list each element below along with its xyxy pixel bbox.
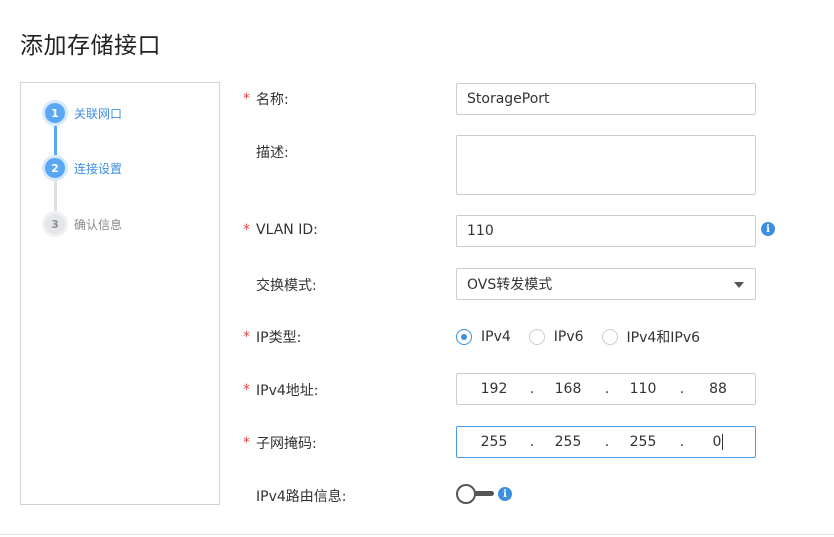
ipv4-route-toggle[interactable] xyxy=(456,484,494,504)
step-number: 3 xyxy=(45,214,65,234)
ipv4-route-row: IPv4路由信息: xyxy=(243,486,346,506)
radio-label: IPv6 xyxy=(553,329,584,345)
ip-type-radio-group: IPv4 IPv6 IPv4和IPv6 xyxy=(456,327,718,347)
ipv4-address-row: * IPv4地址: xyxy=(243,380,318,400)
step-label: 连接设置 xyxy=(74,161,123,176)
description-row: 描述: xyxy=(243,142,289,162)
radio-label: IPv4 xyxy=(481,329,511,345)
ip-octet[interactable]: 110 xyxy=(618,381,668,397)
radio-ipv4[interactable]: IPv4 xyxy=(456,329,511,345)
info-icon[interactable]: i xyxy=(498,487,512,501)
required-mark: * xyxy=(243,382,250,398)
vlan-id-input[interactable]: 110 xyxy=(456,215,756,247)
ip-dot: . xyxy=(679,434,685,450)
divider xyxy=(0,534,834,535)
required-mark: * xyxy=(243,329,250,345)
radio-ipv4-ipv6[interactable]: IPv4和IPv6 xyxy=(601,327,701,347)
ipv4-route-label: IPv4路由信息: xyxy=(256,489,347,505)
radio-label: IPv4和IPv6 xyxy=(626,330,701,346)
ipv4-address-label: IPv4地址: xyxy=(256,383,319,399)
subnet-mask-label: 子网掩码: xyxy=(256,436,317,452)
name-row: * 名称: xyxy=(243,89,289,109)
ip-octet-with-caret[interactable]: 0 xyxy=(693,434,743,450)
ip-octet[interactable]: 192 xyxy=(469,381,519,397)
radio-button[interactable] xyxy=(528,329,545,345)
name-label: 名称: xyxy=(256,92,289,108)
radio-ipv6[interactable]: IPv6 xyxy=(528,329,584,345)
radio-button[interactable] xyxy=(601,329,618,345)
page-title: 添加存储接口 xyxy=(20,33,161,59)
ip-dot: . xyxy=(529,434,535,450)
step-item-3[interactable]: 3 确认信息 xyxy=(45,214,122,234)
ip-type-row: * IP类型: xyxy=(243,327,301,347)
ip-dot: . xyxy=(604,381,610,397)
required-mark: * xyxy=(243,222,250,238)
radio-button[interactable] xyxy=(456,329,472,345)
ip-dot: . xyxy=(604,434,610,450)
ip-octet[interactable]: 255 xyxy=(618,434,668,450)
ip-octet[interactable]: 255 xyxy=(469,434,519,450)
info-icon[interactable]: i xyxy=(761,222,775,236)
text-caret xyxy=(722,434,724,450)
ipv4-address-input[interactable]: 192 . 168 . 110 . 88 xyxy=(456,373,756,405)
ip-type-label: IP类型: xyxy=(256,330,302,346)
chevron-down-icon xyxy=(734,282,744,288)
switch-mode-row: 交换模式: xyxy=(243,275,317,295)
step-number: 1 xyxy=(45,103,65,123)
name-input[interactable]: StoragePort xyxy=(456,83,756,115)
steps-panel: 1 关联网口 2 连接设置 3 确认信息 xyxy=(20,82,220,505)
ip-octet: 0 xyxy=(712,434,722,450)
ip-octet[interactable]: 88 xyxy=(693,381,743,397)
switch-mode-select[interactable]: OVS转发模式 xyxy=(456,268,756,300)
ip-dot: . xyxy=(529,381,535,397)
subnet-mask-input[interactable]: 255 . 255 . 255 . 0 xyxy=(456,426,756,458)
step-number: 2 xyxy=(45,158,65,178)
description-label: 描述: xyxy=(256,145,289,161)
required-mark: * xyxy=(243,91,250,107)
step-item-1[interactable]: 1 关联网口 xyxy=(45,103,122,123)
subnet-mask-row: * 子网掩码: xyxy=(243,433,317,453)
vlan-id-row: * VLAN ID: xyxy=(243,222,318,238)
ip-octet[interactable]: 255 xyxy=(543,434,593,450)
required-mark: * xyxy=(243,435,250,451)
switch-mode-label: 交换模式: xyxy=(256,278,317,294)
vlan-id-label: VLAN ID: xyxy=(256,222,318,238)
ip-octet[interactable]: 168 xyxy=(543,381,593,397)
step-item-2[interactable]: 2 连接设置 xyxy=(45,158,122,178)
step-label: 确认信息 xyxy=(74,217,123,232)
description-textarea[interactable] xyxy=(456,135,756,195)
step-connector xyxy=(54,121,57,159)
toggle-knob xyxy=(456,484,476,504)
step-connector xyxy=(54,178,57,216)
ip-dot: . xyxy=(679,381,685,397)
step-label: 关联网口 xyxy=(74,106,123,121)
switch-mode-value: OVS转发模式 xyxy=(467,277,553,293)
